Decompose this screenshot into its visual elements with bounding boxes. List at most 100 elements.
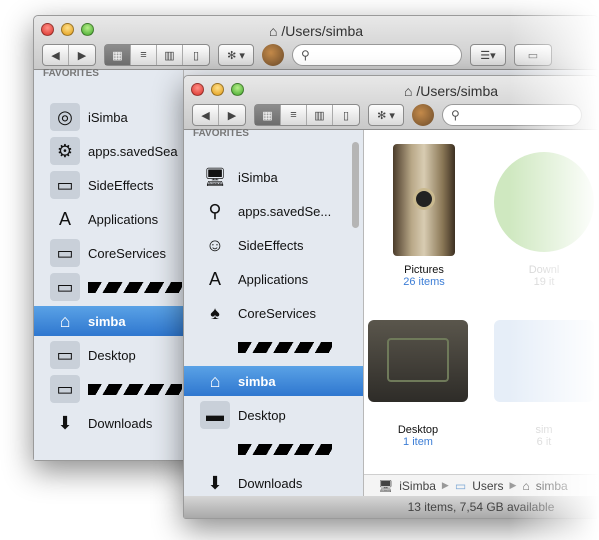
blank-icon [200, 435, 230, 463]
folder-icon [494, 320, 594, 402]
file-area: Pictures 26 items Downl 19 it Desktop 1 … [364, 130, 598, 496]
coverflow-view-button[interactable]: ▯ [183, 45, 209, 65]
file-item-pictures[interactable]: Pictures 26 items [374, 144, 474, 288]
desktop-folder-icon [368, 320, 468, 402]
sidebar-item-label: simba [88, 313, 126, 329]
downloads-icon: ⬇ [207, 472, 223, 493]
sidebar-item[interactable]: 🖥 iSimba [184, 162, 363, 192]
sidebar-item-label: SideEffects [88, 177, 154, 193]
sidebar-item-label: Applications [238, 271, 309, 287]
list-view-button[interactable]: ≡ [281, 105, 307, 125]
sidebar-item[interactable] [184, 434, 363, 464]
sidebar-item[interactable]: ⚲ apps.savedSe... [184, 196, 363, 226]
sidebar-item[interactable]: ▭ [34, 272, 183, 302]
folder-icon: ▭ [50, 273, 80, 301]
path-item[interactable]: simba [536, 479, 568, 493]
sidebar-item-label: Applications [88, 211, 159, 227]
sidebar-item[interactable]: ⚙ apps.savedSea [34, 136, 183, 166]
sidebar-item-label: Downloads [238, 475, 303, 491]
folder-icon: ▭ [50, 375, 80, 403]
squirrel-icon[interactable] [262, 44, 284, 66]
sidebar-item[interactable]: A Applications [184, 264, 363, 294]
status-bar: 13 items, 7,54 GB available [184, 496, 598, 518]
folder-icon: ▭ [454, 478, 467, 493]
sidebar-item[interactable]: ▭ Desktop [34, 340, 183, 370]
search-input[interactable]: ⚲ [292, 44, 462, 66]
search-input[interactable]: ⚲ [442, 104, 582, 126]
file-name: Desktop [397, 424, 439, 436]
applications-icon: A [58, 208, 71, 229]
file-name: Downl [528, 264, 560, 276]
hard-drive-icon: ◎ [50, 103, 80, 131]
sidebar-item-label: iSimba [238, 169, 278, 185]
favorites-header: FAVORITES [193, 128, 249, 139]
sidebar-item[interactable]: A Applications [34, 204, 183, 234]
sidebar-item-label: Desktop [88, 347, 136, 363]
sidebar-item[interactable]: ⬇ Downloads [184, 468, 363, 498]
sidebar-item[interactable]: ◎ iSimba [34, 102, 183, 132]
sidebar-item[interactable]: ▭ [34, 374, 183, 404]
sidebar-item[interactable]: ▬ Desktop [184, 400, 363, 430]
view-switcher: ▦ ≡ ▥ ▯ [104, 44, 210, 66]
home-icon: ⌂ [59, 310, 71, 331]
file-item-simba[interactable]: sim 6 it [494, 320, 594, 448]
action-button[interactable]: ✻ ▾ [219, 45, 253, 65]
favorites-header: FAVORITES [43, 68, 99, 79]
sidebar-item-label: CoreServices [88, 245, 167, 261]
column-view-button[interactable]: ▥ [157, 45, 183, 65]
file-count: 6 it [536, 436, 552, 448]
action-button[interactable]: ✻ ▾ [369, 105, 403, 125]
forward-button[interactable]: ▶ [69, 45, 95, 65]
window-title: ⌂ /Users/simba [268, 23, 364, 39]
sidebar-item[interactable] [184, 332, 363, 362]
tuxedo-icon: ♠ [210, 302, 220, 323]
sidebar: FAVORITES ◎ iSimba ⚙ apps.savedSea ▭ SideEffe… [34, 68, 184, 460]
sidebar-item[interactable]: ▭ SideEffects [34, 170, 183, 200]
icon-view-button[interactable]: ▦ [105, 45, 131, 65]
finder-icon: ☺ [205, 234, 225, 255]
coverflow-view-button[interactable]: ▯ [333, 105, 359, 125]
sidebar-item[interactable]: ⬇ Downloads [34, 408, 183, 438]
path-item[interactable]: iSimba [399, 479, 436, 493]
file-count: 1 item [403, 436, 433, 448]
status-text: 13 items, 7,54 GB available [407, 500, 555, 514]
sidebar-item[interactable]: ☺ SideEffects [184, 230, 363, 260]
desktop-icon: ▭ [50, 341, 80, 369]
sidebar-item[interactable]: ⌂ simba [34, 306, 183, 336]
sidebar-item-label: SideEffects [238, 237, 304, 253]
search-icon: ⚲ [301, 48, 310, 62]
path-bar: 🖥 iSimba ▶ ▭ Users ▶ ⌂ simba [364, 474, 598, 496]
toolbar: ⌂ /Users/simba ◀ ▶ ▦ ≡ ▥ ▯ ✻ ▾ ⚲ [184, 76, 598, 130]
sidebar-item[interactable]: ⌂ simba [184, 366, 363, 396]
nav-buttons: ◀ ▶ [42, 44, 96, 66]
forward-button[interactable]: ▶ [219, 105, 245, 125]
list-view-button[interactable]: ≡ [131, 45, 157, 65]
window-title: ⌂ /Users/simba [403, 83, 499, 99]
home-icon: ⌂ [209, 370, 221, 391]
new-folder-button[interactable]: ▭ [515, 45, 551, 65]
computer-icon: 🖥 [378, 478, 394, 493]
path-item[interactable]: Users [472, 479, 503, 493]
squirrel-icon[interactable] [412, 104, 434, 126]
file-item-downloads[interactable]: Downl 19 it [494, 144, 594, 288]
file-item-desktop[interactable]: Desktop 1 item [368, 320, 468, 448]
back-button[interactable]: ◀ [43, 45, 69, 65]
applications-icon: A [208, 268, 221, 289]
search-icon: ⚲ [451, 108, 460, 122]
magnifier-icon: ⚲ [208, 200, 222, 221]
sidebar-item[interactable]: ▭ CoreServices [34, 238, 183, 268]
home-icon: ⌂ [522, 478, 530, 493]
arrange-button[interactable]: ☰▾ [471, 45, 505, 65]
chevron-right-icon: ▶ [509, 480, 517, 490]
folder-icon: ▭ [50, 239, 80, 267]
redacted-label [238, 443, 332, 455]
file-name: sim [535, 424, 553, 436]
back-button[interactable]: ◀ [193, 105, 219, 125]
sidebar-item[interactable]: ♠ CoreServices [184, 298, 363, 328]
sidebar-item-label: Desktop [238, 407, 286, 423]
column-view-button[interactable]: ▥ [307, 105, 333, 125]
camera-icon [393, 144, 455, 256]
sidebar-item-label: iSimba [88, 109, 128, 125]
icon-view-button[interactable]: ▦ [255, 105, 281, 125]
toolbar: ⌂ /Users/simba ◀ ▶ ▦ ≡ ▥ ▯ ✻ ▾ ⚲ ☰▾ ▭ [34, 16, 598, 70]
